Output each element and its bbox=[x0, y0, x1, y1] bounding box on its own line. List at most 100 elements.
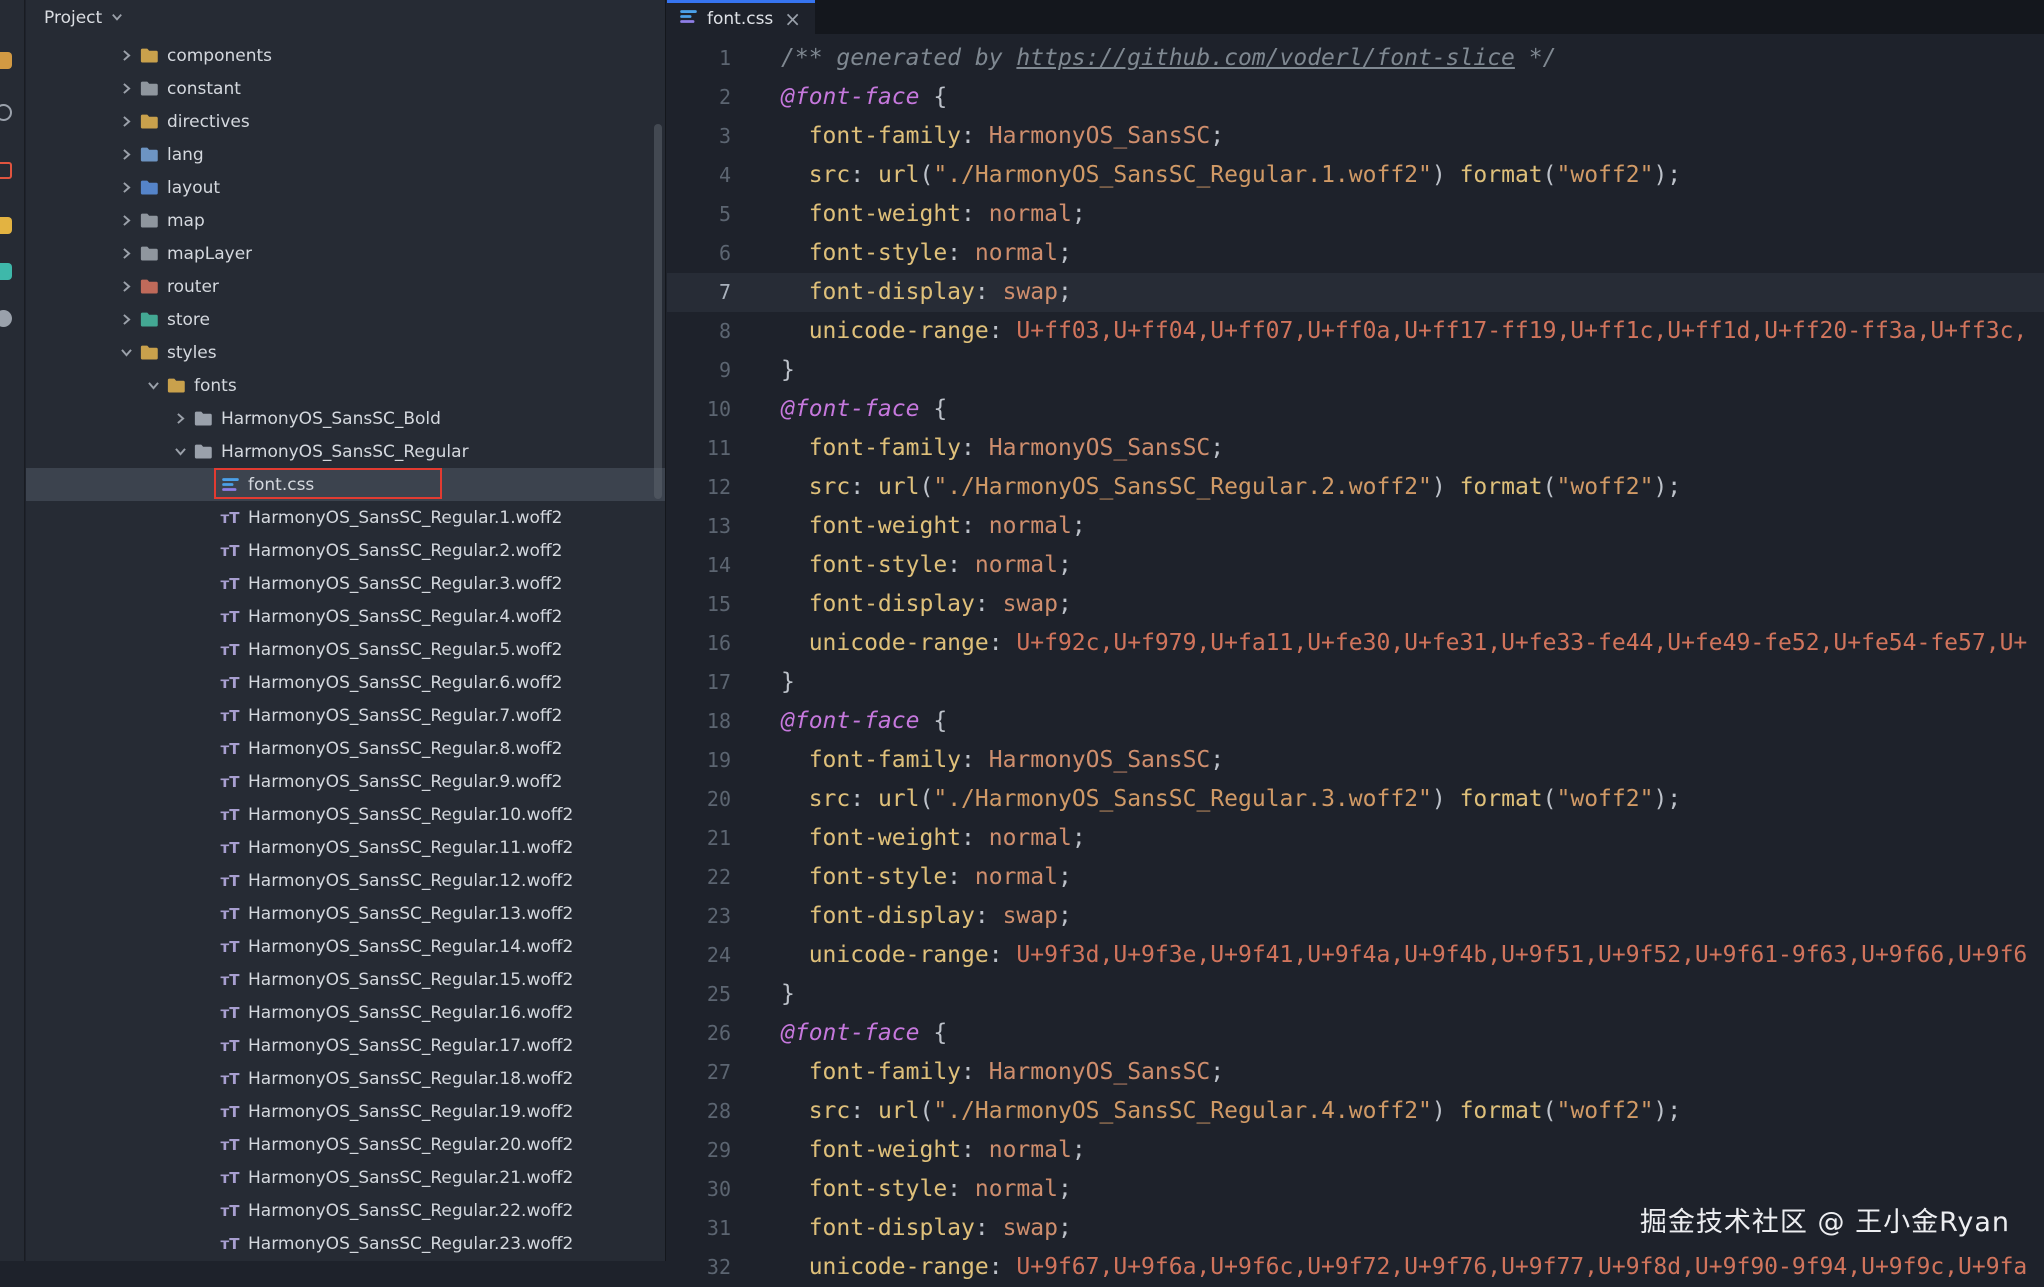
tab-close-icon[interactable]: × bbox=[784, 9, 801, 29]
tree-item[interactable]: styles bbox=[26, 336, 665, 369]
code-line[interactable]: 29 font-weight: normal; bbox=[667, 1131, 2044, 1170]
tree-item[interactable]: ᴛTHarmonyOS_SansSC_Regular.10.woff2 bbox=[26, 798, 665, 831]
tree-item[interactable]: ᴛTHarmonyOS_SansSC_Regular.19.woff2 bbox=[26, 1095, 665, 1128]
code-token: ; bbox=[1210, 435, 1224, 461]
tree-item[interactable]: ᴛTHarmonyOS_SansSC_Regular.4.woff2 bbox=[26, 600, 665, 633]
tree-item[interactable]: ᴛTHarmonyOS_SansSC_Regular.21.woff2 bbox=[26, 1161, 665, 1194]
chevron-right-icon[interactable] bbox=[114, 313, 138, 326]
code-line[interactable]: 12 src: url("./HarmonyOS_SansSC_Regular.… bbox=[667, 468, 2044, 507]
code-line[interactable]: 1/** generated by https://github.com/vod… bbox=[667, 39, 2044, 78]
tree-item[interactable]: HarmonyOS_SansSC_Bold bbox=[26, 402, 665, 435]
tree-item[interactable]: ᴛTHarmonyOS_SansSC_Regular.23.woff2 bbox=[26, 1227, 665, 1260]
tree-item[interactable]: ᴛTHarmonyOS_SansSC_Regular.1.woff2 bbox=[26, 501, 665, 534]
tool-stripe-icon[interactable] bbox=[0, 52, 12, 69]
tree-item[interactable]: ᴛTHarmonyOS_SansSC_Regular.9.woff2 bbox=[26, 765, 665, 798]
tree-item[interactable]: ᴛTHarmonyOS_SansSC_Regular.15.woff2 bbox=[26, 963, 665, 996]
code-line[interactable]: 4 src: url("./HarmonyOS_SansSC_Regular.1… bbox=[667, 156, 2044, 195]
chevron-down-icon[interactable] bbox=[168, 445, 192, 458]
code-line[interactable]: 17} bbox=[667, 663, 2044, 702]
code-line[interactable]: 22 font-style: normal; bbox=[667, 858, 2044, 897]
tree-item[interactable]: directives bbox=[26, 105, 665, 138]
tree-item[interactable]: ᴛTHarmonyOS_SansSC_Regular.8.woff2 bbox=[26, 732, 665, 765]
chevron-right-icon[interactable] bbox=[114, 247, 138, 260]
code-line[interactable]: 21 font-weight: normal; bbox=[667, 819, 2044, 858]
code-token: ( bbox=[1543, 474, 1557, 500]
editor-tab-font-css[interactable]: font.css × bbox=[667, 0, 815, 34]
tool-stripe-icon[interactable] bbox=[0, 104, 12, 121]
code-line[interactable]: 5 font-weight: normal; bbox=[667, 195, 2044, 234]
chevron-right-icon[interactable] bbox=[114, 280, 138, 293]
tree-item[interactable]: font.css bbox=[26, 468, 665, 501]
code-line[interactable]: 11 font-family: HarmonyOS_SansSC; bbox=[667, 429, 2044, 468]
chevron-right-icon[interactable] bbox=[114, 49, 138, 62]
code-line-current[interactable]: 7 font-display: swap; bbox=[667, 273, 2044, 312]
tree-item[interactable]: ᴛTHarmonyOS_SansSC_Regular.18.woff2 bbox=[26, 1062, 665, 1095]
tree-item[interactable]: ᴛTHarmonyOS_SansSC_Regular.16.woff2 bbox=[26, 996, 665, 1029]
code-line[interactable]: 10@font-face { bbox=[667, 390, 2044, 429]
code-text: font-weight: normal; bbox=[755, 507, 1086, 546]
tree-item[interactable]: mapLayer bbox=[26, 237, 665, 270]
tree-item-label: HarmonyOS_SansSC_Regular.8.woff2 bbox=[248, 739, 562, 759]
code-line[interactable]: 9} bbox=[667, 351, 2044, 390]
tree-item[interactable]: ᴛTHarmonyOS_SansSC_Regular.3.woff2 bbox=[26, 567, 665, 600]
code-line[interactable]: 18@font-face { bbox=[667, 702, 2044, 741]
chevron-right-icon[interactable] bbox=[114, 82, 138, 95]
tree-item[interactable]: fonts bbox=[26, 369, 665, 402]
tool-stripe-icon[interactable] bbox=[0, 263, 12, 280]
code-line[interactable]: 26@font-face { bbox=[667, 1014, 2044, 1053]
tree-item[interactable]: HarmonyOS_SansSC_Regular bbox=[26, 435, 665, 468]
code-line[interactable]: 3 font-family: HarmonyOS_SansSC; bbox=[667, 117, 2044, 156]
chevron-right-icon[interactable] bbox=[168, 412, 192, 425]
project-tree-scrollbar[interactable] bbox=[654, 124, 662, 499]
code-area[interactable]: 1/** generated by https://github.com/vod… bbox=[667, 39, 2044, 1287]
chevron-right-icon[interactable] bbox=[114, 181, 138, 194]
tree-item[interactable]: ᴛTHarmonyOS_SansSC_Regular.7.woff2 bbox=[26, 699, 665, 732]
tree-item[interactable]: router bbox=[26, 270, 665, 303]
tool-stripe-icon[interactable] bbox=[0, 162, 12, 179]
code-line[interactable]: 24 unicode-range: U+9f3d,U+9f3e,U+9f41,U… bbox=[667, 936, 2044, 975]
tree-item[interactable]: ᴛTHarmonyOS_SansSC_Regular.13.woff2 bbox=[26, 897, 665, 930]
tree-item[interactable]: map bbox=[26, 204, 665, 237]
code-line[interactable]: 19 font-family: HarmonyOS_SansSC; bbox=[667, 741, 2044, 780]
tree-item[interactable]: ᴛTHarmonyOS_SansSC_Regular.2.woff2 bbox=[26, 534, 665, 567]
tree-item[interactable]: store bbox=[26, 303, 665, 336]
chevron-right-icon[interactable] bbox=[114, 115, 138, 128]
tree-item[interactable]: ᴛTHarmonyOS_SansSC_Regular.5.woff2 bbox=[26, 633, 665, 666]
tool-stripe-icon[interactable] bbox=[0, 310, 12, 327]
tree-item[interactable]: ᴛTHarmonyOS_SansSC_Regular.6.woff2 bbox=[26, 666, 665, 699]
tree-item[interactable]: ᴛTHarmonyOS_SansSC_Regular.22.woff2 bbox=[26, 1194, 665, 1227]
code-line[interactable]: 27 font-family: HarmonyOS_SansSC; bbox=[667, 1053, 2044, 1092]
tree-item[interactable]: ᴛTHarmonyOS_SansSC_Regular.14.woff2 bbox=[26, 930, 665, 963]
code-line[interactable]: 20 src: url("./HarmonyOS_SansSC_Regular.… bbox=[667, 780, 2044, 819]
chevron-right-icon[interactable] bbox=[114, 148, 138, 161]
code-line[interactable]: 8 unicode-range: U+ff03,U+ff04,U+ff07,U+… bbox=[667, 312, 2044, 351]
tree-item[interactable]: ᴛTHarmonyOS_SansSC_Regular.12.woff2 bbox=[26, 864, 665, 897]
code-text: font-family: HarmonyOS_SansSC; bbox=[755, 741, 1224, 780]
code-line[interactable]: 13 font-weight: normal; bbox=[667, 507, 2044, 546]
code-line[interactable]: 15 font-display: swap; bbox=[667, 585, 2044, 624]
project-panel-header[interactable]: Project bbox=[26, 0, 665, 36]
tree-item[interactable]: layout bbox=[26, 171, 665, 204]
line-number: 2 bbox=[667, 78, 755, 117]
chevron-down-icon[interactable] bbox=[114, 346, 138, 359]
code-line[interactable]: 6 font-style: normal; bbox=[667, 234, 2044, 273]
tree-item[interactable]: ᴛTHarmonyOS_SansSC_Regular.11.woff2 bbox=[26, 831, 665, 864]
code-line[interactable]: 23 font-display: swap; bbox=[667, 897, 2044, 936]
tool-stripe-icon[interactable] bbox=[0, 217, 12, 234]
tree-item[interactable]: ᴛTHarmonyOS_SansSC_Regular.20.woff2 bbox=[26, 1128, 665, 1161]
tree-item[interactable]: components bbox=[26, 39, 665, 72]
tree-item[interactable]: lang bbox=[26, 138, 665, 171]
chevron-down-icon[interactable] bbox=[141, 379, 165, 392]
tree-item[interactable]: constant bbox=[26, 72, 665, 105]
code-line[interactable]: 2@font-face { bbox=[667, 78, 2044, 117]
code-line[interactable]: 25} bbox=[667, 975, 2044, 1014]
code-line[interactable]: 14 font-style: normal; bbox=[667, 546, 2044, 585]
code-line[interactable]: 32 unicode-range: U+9f67,U+9f6a,U+9f6c,U… bbox=[667, 1248, 2044, 1287]
chevron-down-icon[interactable] bbox=[111, 8, 123, 28]
chevron-right-icon[interactable] bbox=[114, 214, 138, 227]
tree-item[interactable]: ᴛTHarmonyOS_SansSC_Regular.17.woff2 bbox=[26, 1029, 665, 1062]
code-token: @font-face bbox=[781, 84, 919, 110]
code-line[interactable]: 16 unicode-range: U+f92c,U+f979,U+fa11,U… bbox=[667, 624, 2044, 663]
code-line[interactable]: 28 src: url("./HarmonyOS_SansSC_Regular.… bbox=[667, 1092, 2044, 1131]
editor[interactable]: font.css × 1/** generated by https://git… bbox=[667, 0, 2044, 1261]
